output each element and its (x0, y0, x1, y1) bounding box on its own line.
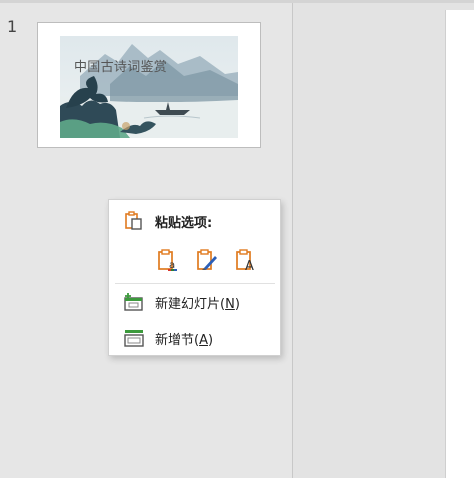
landscape-painting-image (60, 36, 238, 138)
new-section-shortcut-key: A (199, 332, 208, 348)
paste-keep-source-formatting-button[interactable] (194, 247, 220, 273)
new-section-menu-item[interactable]: 新增节(A) (109, 323, 280, 353)
menu-separator (115, 283, 275, 284)
paste-options-label: 粘贴选项: (155, 215, 213, 231)
paste-options-header: 粘贴选项: (109, 206, 280, 236)
slide-number: 1 (7, 17, 18, 36)
paste-options-group: a A (155, 246, 265, 274)
slide-thumbnail[interactable]: 中国古诗词鉴赏 (37, 22, 261, 148)
paste-keep-text-only-button[interactable]: A (233, 247, 259, 273)
clipboard-A-icon: A (236, 249, 254, 272)
clipboard-brush-icon (197, 249, 217, 270)
new-section-label: 新增节( (155, 332, 200, 348)
context-menu: 粘贴选项: a A 新建幻灯片(N) 新增节(A) (108, 199, 281, 356)
new-section-label-close: ) (207, 332, 214, 348)
new-slide-label: 新建幻灯片( (155, 296, 226, 312)
paste-use-destination-theme-button[interactable]: a (155, 247, 181, 273)
slide-canvas-edge[interactable] (445, 10, 474, 478)
new-slide-label-close: ) (234, 296, 240, 312)
new-slide-shortcut-key: N (225, 296, 235, 312)
clipboard-icon (123, 210, 145, 232)
slide-title-text: 中国古诗词鉴赏 (74, 60, 168, 75)
new-section-icon (123, 327, 145, 349)
new-slide-icon (123, 291, 145, 313)
new-slide-menu-item[interactable]: 新建幻灯片(N) (109, 287, 280, 317)
clipboard-a-icon: a (158, 249, 177, 271)
svg-text:A: A (245, 259, 254, 272)
